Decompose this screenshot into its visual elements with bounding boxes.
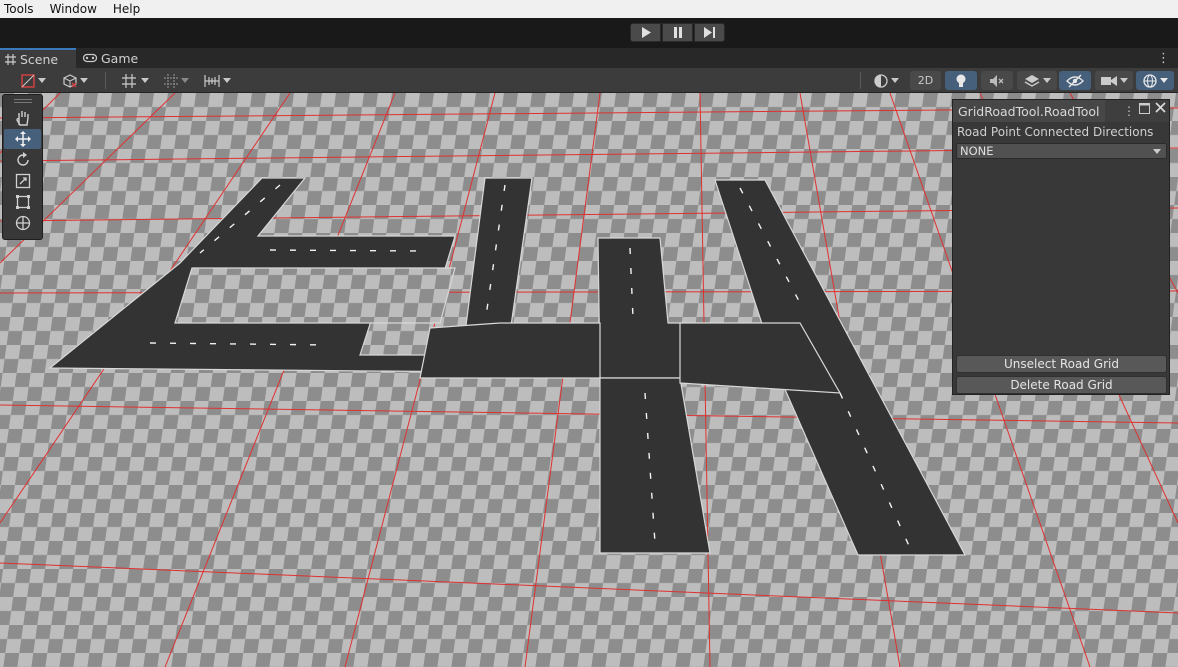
- rotate-tool-button[interactable]: [4, 150, 41, 170]
- move-arrows-icon: [14, 131, 31, 147]
- render-mode-dropdown[interactable]: [59, 71, 91, 90]
- snap-grid-icon: [121, 73, 136, 88]
- shading-dropdown[interactable]: [868, 71, 904, 90]
- transform-tool-palette: [2, 94, 43, 240]
- rect-tool-button[interactable]: [4, 192, 41, 212]
- overlay-header: GridRoadTool.RoadTool ⋮: [953, 100, 1169, 122]
- hand-icon: [15, 111, 29, 126]
- cube-icon: [62, 73, 77, 88]
- palette-grip-handle[interactable]: [3, 95, 42, 107]
- lightbulb-icon: [956, 74, 966, 87]
- step-button[interactable]: [694, 23, 725, 42]
- scale-icon: [15, 173, 30, 189]
- grid-snap-icon: [163, 73, 178, 88]
- lighting-toggle[interactable]: [945, 71, 977, 90]
- play-button[interactable]: [630, 23, 661, 42]
- gizmos-dropdown[interactable]: [1136, 71, 1174, 90]
- transform-tool-button[interactable]: [4, 213, 41, 233]
- play-controls: [630, 23, 725, 42]
- move-tool-button[interactable]: [4, 129, 41, 149]
- menu-window[interactable]: Window: [46, 2, 103, 16]
- menu-bar: Tools Window Help: [0, 0, 1178, 18]
- tab-game[interactable]: Game: [78, 48, 138, 68]
- visibility-toggle[interactable]: [1059, 71, 1091, 90]
- effects-dropdown[interactable]: [1017, 71, 1057, 90]
- chevron-down-icon: [1153, 149, 1161, 154]
- step-icon: [703, 27, 715, 38]
- rect-transform-icon: [15, 195, 30, 209]
- editor-tab-bar: Scene Game ⋮: [0, 48, 1178, 68]
- maximize-icon[interactable]: [1139, 103, 1150, 117]
- toggle-2d-button[interactable]: 2D: [910, 71, 941, 90]
- snap-dropdown[interactable]: [117, 71, 153, 90]
- toggle-2d-label: 2D: [917, 74, 934, 87]
- camera-dropdown[interactable]: [1095, 71, 1133, 90]
- grid-snap-dropdown[interactable]: [160, 71, 192, 90]
- hand-tool-button[interactable]: [4, 108, 41, 128]
- scale-tool-button[interactable]: [4, 171, 41, 191]
- draw-mode-dropdown[interactable]: [17, 71, 49, 90]
- overlay-title[interactable]: GridRoadTool.RoadTool: [953, 100, 1105, 122]
- eye-hidden-icon: [1066, 74, 1084, 87]
- delete-road-grid-button[interactable]: Delete Road Grid: [956, 376, 1167, 394]
- rotate-icon: [16, 152, 29, 166]
- connected-directions-select[interactable]: NONE: [956, 143, 1167, 159]
- grid-icon: [5, 53, 16, 65]
- pause-button[interactable]: [662, 23, 693, 42]
- unselect-road-grid-button[interactable]: Unselect Road Grid: [956, 355, 1167, 373]
- menu-help[interactable]: Help: [109, 2, 146, 16]
- pause-icon: [673, 27, 682, 38]
- sphere-icon: [873, 73, 888, 88]
- connected-directions-label: Road Point Connected Directions: [957, 125, 1154, 139]
- globe-icon: [1142, 73, 1157, 88]
- shaded-mode-icon: [20, 73, 35, 88]
- play-toolbar: [0, 18, 1178, 48]
- tab-scene[interactable]: Scene: [0, 48, 76, 68]
- layers-icon: [1024, 74, 1039, 87]
- ruler-icon: [203, 74, 220, 87]
- transform-gizmo-icon: [15, 215, 30, 231]
- close-icon[interactable]: [1155, 102, 1166, 116]
- increment-snap-dropdown[interactable]: [198, 71, 236, 90]
- tab-scene-label: Scene: [20, 51, 59, 67]
- camera-icon: [1100, 75, 1117, 86]
- gamepad-icon: [83, 53, 97, 63]
- play-icon: [641, 27, 651, 38]
- connected-directions-value: NONE: [960, 144, 994, 158]
- menu-tools[interactable]: Tools: [0, 2, 40, 16]
- audio-toggle[interactable]: [981, 71, 1013, 90]
- scene-toolbar: 2D: [0, 68, 1178, 93]
- tab-game-label: Game: [101, 50, 139, 66]
- audio-muted-icon: [990, 74, 1004, 87]
- road-tool-overlay: GridRoadTool.RoadTool ⋮ Road Point Conne…: [952, 99, 1170, 395]
- tab-options-icon[interactable]: ⋮: [1157, 51, 1170, 66]
- overlay-menu-icon[interactable]: ⋮: [1123, 104, 1135, 118]
